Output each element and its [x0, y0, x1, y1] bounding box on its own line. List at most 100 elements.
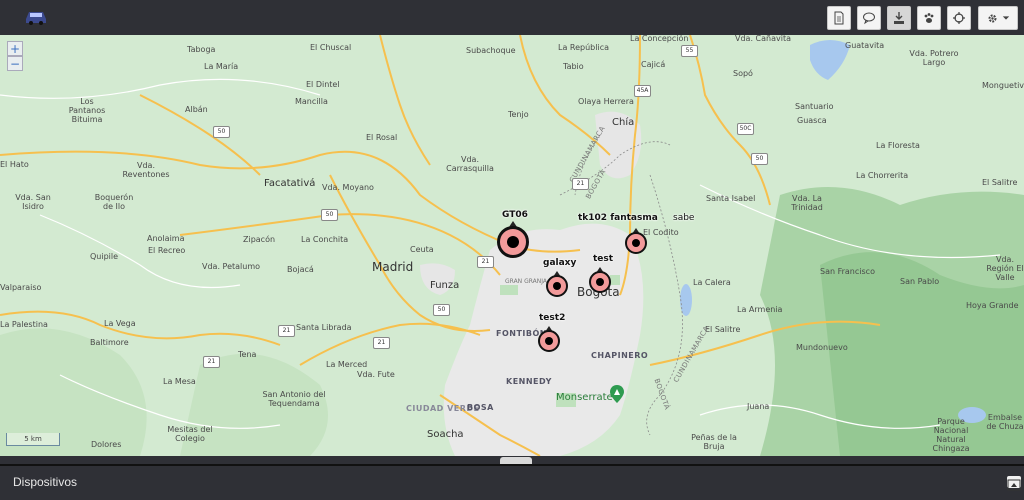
road-shield: 21	[477, 256, 494, 268]
chevron-down-icon	[1002, 16, 1010, 20]
device-marker-galaxy[interactable]	[546, 271, 568, 299]
place-label: Mundonuevo	[796, 343, 848, 352]
map-scale-bar: 5 km	[6, 433, 60, 446]
place-label: Los Pantanos Bituima	[68, 97, 106, 124]
place-label: Dolores	[91, 440, 122, 449]
top-toolbar	[0, 0, 1024, 35]
place-label: Santa Librada	[296, 323, 352, 332]
place-label: San Antonio del Tequendama	[262, 390, 326, 408]
place-label: Chía	[612, 117, 635, 128]
locate-button[interactable]	[947, 6, 971, 30]
place-label: Baltimore	[90, 338, 129, 347]
place-label: Vda. Carrasquilla	[446, 155, 494, 173]
road-shield: 21	[572, 178, 589, 190]
place-label: Tenjo	[508, 110, 529, 119]
zoom-out-button[interactable]: −	[7, 56, 23, 71]
place-label: Santa Isabel	[706, 194, 756, 203]
device-marker-test[interactable]	[589, 267, 611, 295]
place-label: Anolaima	[147, 234, 185, 243]
place-label: Guasca	[797, 116, 827, 125]
place-label: Madrid	[372, 260, 414, 274]
place-label: CHAPINERO	[591, 351, 649, 360]
place-label: Embalse de Chuza	[986, 413, 1024, 431]
road-shield: 50	[321, 209, 338, 221]
place-label: Vda. Fute	[357, 370, 395, 379]
road-shield: 50	[751, 153, 768, 165]
place-label: Vda. San Isidro	[15, 193, 51, 211]
place-label: Zipacón	[243, 235, 276, 244]
place-label: La Mesa	[163, 377, 196, 386]
paw-button[interactable]	[917, 6, 941, 30]
chat-button[interactable]	[857, 6, 881, 30]
car-logo-icon[interactable]	[22, 6, 50, 26]
place-label: Ceuta	[410, 245, 434, 254]
place-label: Subachoque	[466, 46, 516, 55]
place-label: La Floresta	[876, 141, 920, 150]
place-label: La Chorrerita	[856, 171, 909, 180]
place-label: Vda. Potrero Largo	[909, 49, 959, 67]
expand-panel-button[interactable]	[1007, 476, 1021, 491]
device-label: test2	[539, 313, 566, 323]
place-label: La Calera	[693, 278, 731, 287]
monserrate-pin-icon[interactable]	[610, 385, 624, 403]
place-label: Guatavita	[845, 41, 885, 50]
place-label: La Vega	[104, 319, 136, 328]
place-label: Funza	[430, 280, 460, 291]
road-shield: 45A	[634, 85, 651, 97]
road-shield: 21	[373, 337, 390, 349]
device-marker-test2[interactable]	[538, 326, 560, 354]
place-label: El Recreo	[148, 246, 186, 255]
road-shield: 21	[203, 356, 220, 368]
device-label: galaxy	[543, 258, 577, 268]
place-label: La María	[204, 62, 239, 71]
document-icon	[834, 11, 844, 25]
place-label: Santuario	[795, 102, 834, 111]
place-label: Valparaiso	[0, 283, 42, 292]
place-label: Bojacá	[287, 265, 314, 274]
place-label: Soacha	[427, 429, 464, 440]
paw-icon	[924, 13, 934, 23]
place-label: Facatativá	[264, 178, 316, 189]
place-label: Vda. Cañavita	[735, 35, 791, 43]
settings-button[interactable]	[978, 6, 1018, 30]
place-label: Monserrate	[556, 392, 613, 403]
place-label: Hoya Grande	[966, 301, 1019, 310]
place-label: Mesitas del Colegio	[167, 425, 213, 443]
device-label: test	[593, 254, 614, 264]
place-label: El Codito	[643, 228, 679, 237]
zoom-controls: + −	[7, 41, 23, 71]
device-marker-tk102[interactable]	[625, 228, 647, 256]
download-button[interactable]	[887, 6, 911, 30]
road-shield: 21	[278, 325, 295, 337]
place-label: Boquerón de Ilo	[94, 193, 134, 211]
place-label: La Palestina	[0, 320, 48, 329]
place-label: Tabio	[563, 62, 584, 71]
devices-panel: Dispositivos	[0, 464, 1024, 500]
place-label: Peñas de la Bruja	[691, 433, 737, 451]
panel-collapse-handle[interactable]	[500, 457, 532, 470]
download-icon	[894, 12, 904, 24]
road-shield: 55	[681, 45, 698, 57]
place-label: Sopó	[733, 69, 753, 78]
place-label: La Conchita	[301, 235, 349, 244]
road-shield: 50C	[737, 123, 754, 135]
place-label: El Salitre	[982, 178, 1018, 187]
place-label: La República	[558, 43, 609, 52]
place-label: El Rosal	[366, 133, 398, 142]
device-label: tk102 fantasma	[578, 213, 658, 223]
report-button[interactable]	[827, 6, 851, 30]
chat-bubble-icon	[863, 12, 875, 25]
place-label: La Concepción	[630, 35, 689, 43]
place-label: La Merced	[326, 360, 368, 369]
device-label: GT06	[502, 210, 528, 220]
place-label: El Dintel	[306, 80, 340, 89]
place-label: Tena	[238, 350, 257, 359]
map-canvas[interactable]: + − Taboga El Chuscal Subachoque La Repú…	[0, 35, 1024, 456]
place-label: El Chuscal	[310, 43, 352, 52]
place-label: Albán	[185, 105, 208, 114]
zoom-in-button[interactable]: +	[7, 41, 23, 56]
place-label: La Armenia	[737, 305, 783, 314]
device-marker-gt06[interactable]	[496, 221, 530, 265]
place-label: BOSA	[467, 403, 494, 412]
devices-panel-title: Dispositivos	[13, 475, 78, 489]
